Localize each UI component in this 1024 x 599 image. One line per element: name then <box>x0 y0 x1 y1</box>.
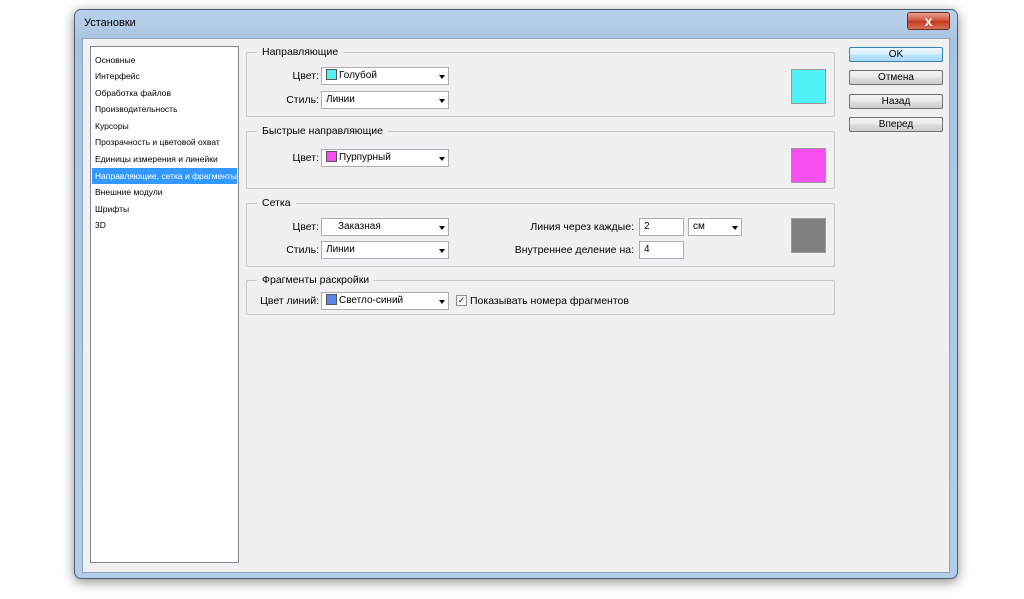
smart-guides-color-value: Пурпурный <box>339 152 391 163</box>
slices-line-color-value: Светло-синий <box>339 295 404 306</box>
ok-button[interactable]: OK <box>849 47 943 62</box>
show-slice-numbers-checkbox[interactable]: ✓ <box>456 295 467 306</box>
grid-style-dropdown[interactable]: Линии <box>321 241 449 259</box>
chevron-down-icon <box>439 99 445 103</box>
subdivisions-label: Внутреннее деление на: <box>514 244 634 256</box>
nav-item-general[interactable]: Основные <box>92 52 237 68</box>
guides-legend: Направляющие <box>257 46 344 58</box>
smart-guides-color-preview[interactable] <box>791 148 826 183</box>
nav-item-type[interactable]: Шрифты <box>92 201 237 217</box>
next-button[interactable]: Вперед <box>849 117 943 132</box>
slices-line-color-label: Цвет линий: <box>260 295 319 307</box>
dialog-client-area: Основные Интерфейс Обработка файлов Прои… <box>82 38 950 573</box>
checkmark-icon: ✓ <box>457 295 466 305</box>
guides-color-dropdown[interactable]: Голубой <box>321 67 449 85</box>
slices-line-color-swatch <box>326 294 337 305</box>
subdivisions-input[interactable]: 4 <box>639 241 684 259</box>
gridline-every-input[interactable]: 2 <box>639 218 684 236</box>
cancel-button[interactable]: Отмена <box>849 70 943 85</box>
smart-guides-color-label: Цвет: <box>292 152 319 164</box>
guides-style-value: Линии <box>326 94 355 105</box>
gridline-unit-dropdown[interactable]: см <box>688 218 742 236</box>
grid-style-label: Стиль: <box>286 244 319 256</box>
grid-color-label: Цвет: <box>292 221 319 233</box>
prev-button[interactable]: Назад <box>849 94 943 109</box>
nav-item-plugins[interactable]: Внешние модули <box>92 184 237 200</box>
guides-color-swatch <box>326 69 337 80</box>
grid-color-dropdown[interactable]: Заказная <box>321 218 449 236</box>
smart-guides-legend: Быстрые направляющие <box>257 125 389 137</box>
preferences-category-list: Основные Интерфейс Обработка файлов Прои… <box>90 46 239 563</box>
gridline-every-label: Линия через каждые: <box>530 221 634 233</box>
guides-color-label: Цвет: <box>292 70 319 82</box>
grid-color-preview[interactable] <box>791 218 826 253</box>
close-icon: x <box>924 13 933 29</box>
chevron-down-icon <box>439 300 445 304</box>
guides-group: Направляющие Цвет: Голубой Стиль: Линии <box>246 46 835 117</box>
grid-color-value: Заказная <box>338 221 381 232</box>
smart-guides-color-dropdown[interactable]: Пурпурный <box>321 149 449 167</box>
nav-item-file-handling[interactable]: Обработка файлов <box>92 85 237 101</box>
grid-group: Сетка Цвет: Заказная Стиль: Линии Линия … <box>246 197 835 267</box>
grid-style-value: Линии <box>326 244 355 255</box>
window-title: Установки <box>84 17 136 29</box>
nav-item-interface[interactable]: Интерфейс <box>92 68 237 84</box>
show-slice-numbers-label: Показывать номера фрагментов <box>470 295 629 307</box>
guides-style-dropdown[interactable]: Линии <box>321 91 449 109</box>
chevron-down-icon <box>439 226 445 230</box>
chevron-down-icon <box>439 157 445 161</box>
nav-item-3d[interactable]: 3D <box>92 217 237 233</box>
smart-guides-color-swatch <box>326 151 337 162</box>
nav-item-cursors[interactable]: Курсоры <box>92 118 237 134</box>
chevron-down-icon <box>439 249 445 253</box>
slices-group: Фрагменты раскройки Цвет линий: Светло-с… <box>246 274 835 315</box>
close-button[interactable]: x <box>907 12 950 30</box>
title-bar[interactable]: Установки x <box>75 10 957 36</box>
gridline-unit-value: см <box>693 221 705 232</box>
slices-legend: Фрагменты раскройки <box>257 274 375 286</box>
grid-legend: Сетка <box>257 197 296 209</box>
chevron-down-icon <box>439 75 445 79</box>
smart-guides-group: Быстрые направляющие Цвет: Пурпурный <box>246 125 835 189</box>
preferences-dialog: Установки x Основные Интерфейс Обработка… <box>74 9 958 579</box>
guides-style-label: Стиль: <box>286 94 319 106</box>
guides-color-value: Голубой <box>339 70 377 81</box>
guides-color-preview[interactable] <box>791 69 826 104</box>
chevron-down-icon <box>732 226 738 230</box>
slices-line-color-dropdown[interactable]: Светло-синий <box>321 292 449 310</box>
nav-item-transparency[interactable]: Прозрачность и цветовой охват <box>92 134 237 150</box>
nav-item-units-rulers[interactable]: Единицы измерения и линейки <box>92 151 237 167</box>
nav-item-guides-grid-slices[interactable]: Направляющие, сетка и фрагменты <box>92 168 237 184</box>
nav-item-performance[interactable]: Производительность <box>92 101 237 117</box>
